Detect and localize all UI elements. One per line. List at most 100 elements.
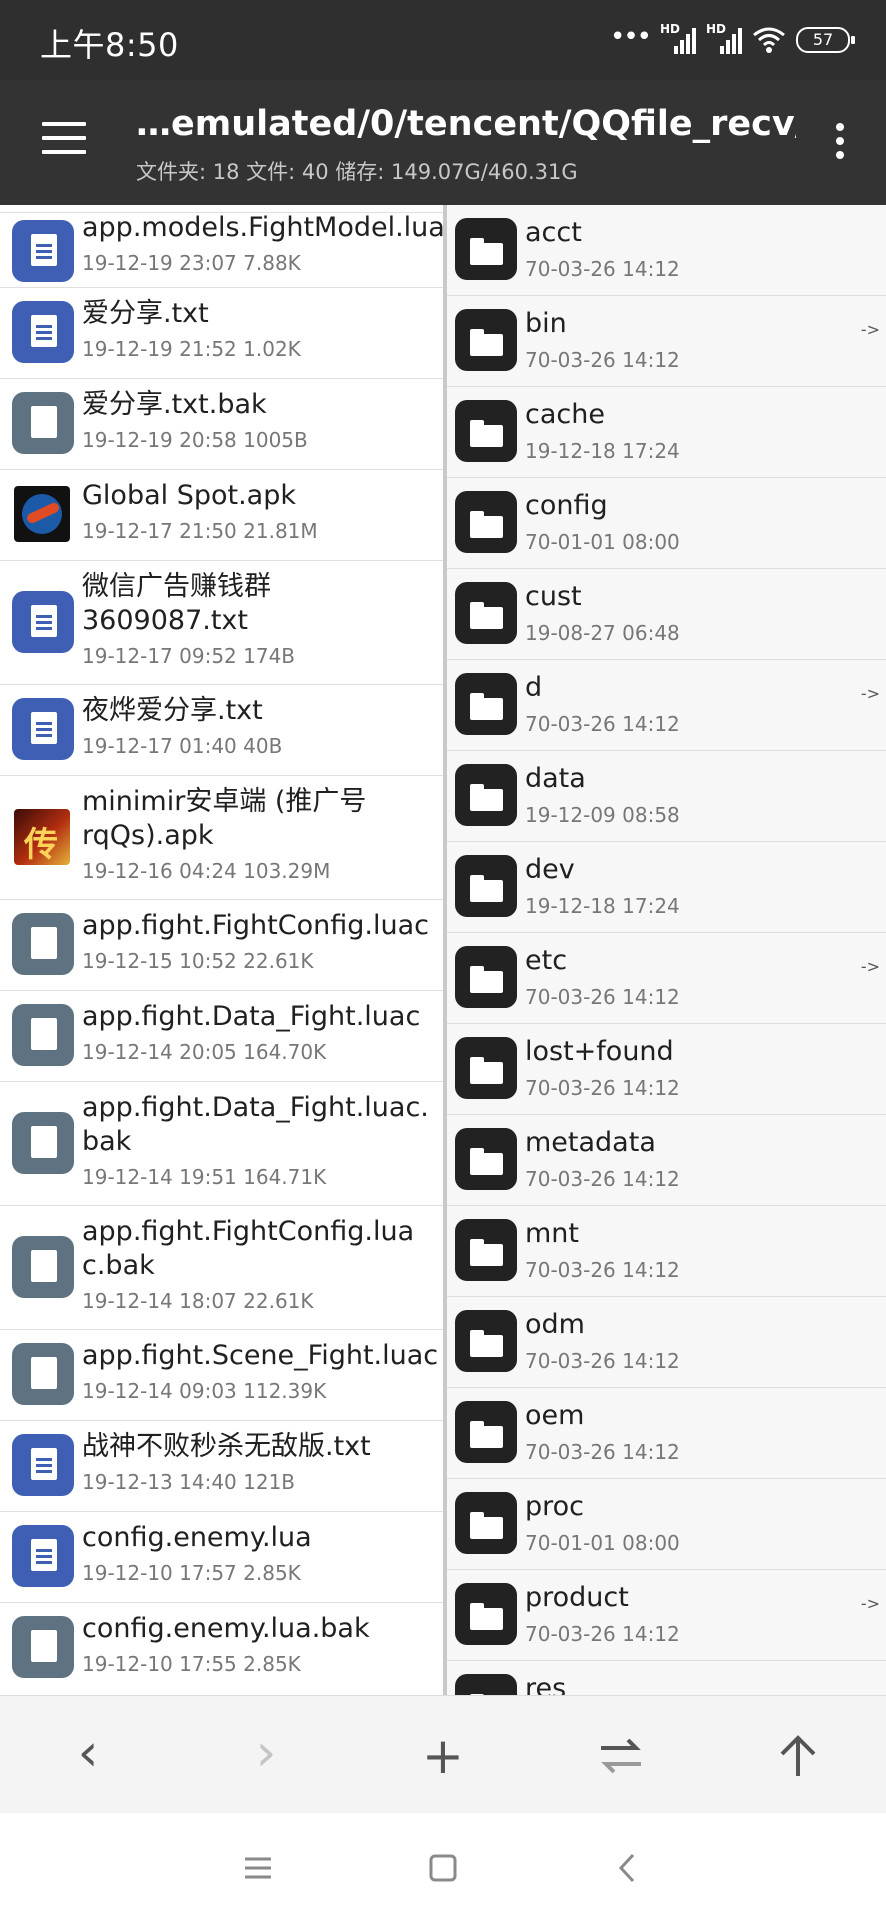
file-name: minimir安卓端 (推广号 rqQs).apk	[82, 786, 367, 851]
file-icon	[12, 1616, 74, 1678]
game-app-icon: 传	[14, 809, 70, 865]
folder-item[interactable]: data 19-12-09 08:58	[447, 751, 886, 842]
folder-item[interactable]: metadata 70-03-26 14:12	[447, 1115, 886, 1206]
overflow-menu-icon[interactable]	[834, 123, 846, 165]
list-item[interactable]: 战神不败秒杀无敌版.txt 19-12-13 14:40 121B	[0, 1421, 443, 1512]
list-item[interactable]: app.models.FightModel.lua 19-12-19 23:07…	[0, 212, 443, 288]
list-item[interactable]: app.fight.Data_Fight.luac 19-12-14 20:05…	[0, 991, 443, 1082]
folder-item[interactable]: acct 70-03-26 14:12	[447, 205, 886, 296]
folder-meta: 70-03-26 14:12	[525, 712, 680, 736]
file-meta: 19-12-13 14:40 121B	[82, 1470, 296, 1494]
folder-icon	[455, 1583, 517, 1645]
folder-meta: 70-03-26 14:12	[525, 1258, 680, 1282]
file-meta: 19-12-19 23:07 7.88K	[82, 251, 301, 275]
folder-icon	[455, 1219, 517, 1281]
folder-icon	[455, 491, 517, 553]
folder-name: dev	[525, 854, 575, 885]
bottom-toolbar: ‹ › +	[0, 1695, 886, 1814]
folder-item[interactable]: cust 19-08-27 06:48	[447, 569, 886, 660]
list-item[interactable]: app.fight.FightConfig.luac.bak 19-12-14 …	[0, 1206, 443, 1330]
list-item[interactable]: config.enemy.lua.bak 19-12-10 17:55 2.85…	[0, 1603, 443, 1694]
folder-name: cache	[525, 399, 605, 430]
file-name: 爱分享.txt	[82, 298, 209, 329]
file-meta: 19-12-14 19:51 164.71K	[82, 1165, 327, 1189]
file-meta: 19-12-10 17:57 2.85K	[82, 1561, 301, 1585]
folder-meta: 19-08-27 06:48	[525, 621, 680, 645]
file-name: app.fight.Data_Fight.luac	[82, 1001, 421, 1032]
file-name: 战神不败秒杀无敌版.txt	[82, 1431, 371, 1462]
swap-panes-button[interactable]	[591, 1726, 651, 1786]
file-meta: 19-12-19 20:58 1005B	[82, 428, 308, 452]
folder-meta: 70-03-26 14:12	[525, 1440, 680, 1464]
list-item[interactable]: Global Spot.apk 19-12-17 21:50 21.81M	[0, 470, 443, 561]
folder-name: d	[525, 672, 543, 703]
list-item[interactable]: app.fight.Data_Fight.luac.bak 19-12-14 1…	[0, 1082, 443, 1206]
file-meta: 19-12-17 01:40 40B	[82, 734, 283, 758]
home-icon[interactable]	[418, 1843, 468, 1893]
left-file-pane[interactable]: app.models.FightModel.lua 19-12-19 23:07…	[0, 205, 443, 1695]
folder-item[interactable]: lost+found 70-03-26 14:12	[447, 1024, 886, 1115]
forward-button[interactable]: ›	[236, 1726, 296, 1786]
status-time: 上午8:50	[40, 26, 179, 64]
arrow-up-icon	[780, 1735, 816, 1776]
current-path: …emulated/0/tencent/QQfile_recv/	[136, 104, 796, 144]
system-back-icon[interactable]	[603, 1843, 653, 1893]
folder-item[interactable]: cache 19-12-18 17:24	[447, 387, 886, 478]
doc-icon	[12, 1525, 74, 1587]
doc-icon	[12, 1434, 74, 1496]
folder-name: mnt	[525, 1218, 579, 1249]
add-button[interactable]: +	[413, 1726, 473, 1786]
list-item[interactable]: 传 minimir安卓端 (推广号 rqQs).apk 19-12-16 04:…	[0, 776, 443, 900]
folder-item[interactable]: bin 70-03-26 14:12 ->	[447, 296, 886, 387]
folder-meta: 70-03-26 14:12	[525, 1167, 680, 1191]
right-folder-pane[interactable]: acct 70-03-26 14:12 bin 70-03-26 14:12 -…	[447, 205, 886, 1695]
folder-item[interactable]: config 70-01-01 08:00	[447, 478, 886, 569]
status-bar: 上午8:50 ••• HD HD 57	[0, 0, 886, 80]
list-item[interactable]: 微信广告赚钱群 3609087.txt 19-12-17 09:52 174B	[0, 561, 443, 685]
list-item[interactable]: 爱分享.txt.bak 19-12-19 20:58 1005B	[0, 379, 443, 470]
file-name: Global Spot.apk	[82, 480, 296, 511]
folder-item[interactable]: dev 19-12-18 17:24	[447, 842, 886, 933]
folder-item[interactable]: mnt 70-03-26 14:12	[447, 1206, 886, 1297]
folder-icon	[455, 946, 517, 1008]
folder-item[interactable]: product 70-03-26 14:12 ->	[447, 1570, 886, 1661]
folder-name: metadata	[525, 1127, 656, 1158]
folder-item[interactable]: etc 70-03-26 14:12 ->	[447, 933, 886, 1024]
file-name: app.models.FightModel.lua	[82, 212, 443, 243]
folder-icon	[455, 855, 517, 917]
folder-name: data	[525, 763, 586, 794]
file-meta: 19-12-10 17:55 2.85K	[82, 1652, 301, 1676]
folder-meta: 70-01-01 08:00	[525, 530, 680, 554]
folder-name: config	[525, 490, 608, 521]
list-item[interactable]: 爱分享.txt 19-12-19 21:52 1.02K	[0, 288, 443, 379]
list-item[interactable]: app.fight.FightConfig.luac 19-12-15 10:5…	[0, 900, 443, 991]
folder-item[interactable]: proc 70-01-01 08:00	[447, 1479, 886, 1570]
file-meta: 19-12-14 18:07 22.61K	[82, 1289, 314, 1313]
folder-icon	[455, 1037, 517, 1099]
folder-item[interactable]: odm 70-03-26 14:12	[447, 1297, 886, 1388]
recent-apps-icon[interactable]	[233, 1843, 283, 1893]
back-button[interactable]: ‹	[58, 1726, 118, 1786]
symlink-indicator: ->	[860, 957, 880, 976]
folder-name: res	[525, 1673, 567, 1695]
folder-name: proc	[525, 1491, 585, 1522]
folder-item[interactable]: d 70-03-26 14:12 ->	[447, 660, 886, 751]
folder-name: cust	[525, 581, 582, 612]
folder-meta: 19-12-09 08:58	[525, 803, 680, 827]
go-up-button[interactable]	[768, 1726, 828, 1786]
system-nav-bar	[0, 1813, 886, 1920]
file-name: 夜烨爱分享.txt	[82, 695, 263, 726]
list-item[interactable]: 夜烨爱分享.txt 19-12-17 01:40 40B	[0, 685, 443, 776]
folder-meta: 70-03-26 14:12	[525, 348, 680, 372]
file-name: config.enemy.lua.bak	[82, 1613, 370, 1644]
list-item[interactable]: config.enemy.lua 19-12-10 17:57 2.85K	[0, 1512, 443, 1603]
file-name: config.enemy.lua	[82, 1522, 312, 1553]
folder-meta: 70-03-26 14:12	[525, 1622, 680, 1646]
symlink-indicator: ->	[860, 320, 880, 339]
folder-name: lost+found	[525, 1036, 674, 1067]
folder-item[interactable]: res	[447, 1661, 886, 1695]
folder-icon	[455, 1492, 517, 1554]
folder-item[interactable]: oem 70-03-26 14:12	[447, 1388, 886, 1479]
list-item[interactable]: app.fight.Scene_Fight.luac 19-12-14 09:0…	[0, 1330, 443, 1421]
menu-icon[interactable]	[42, 122, 86, 154]
